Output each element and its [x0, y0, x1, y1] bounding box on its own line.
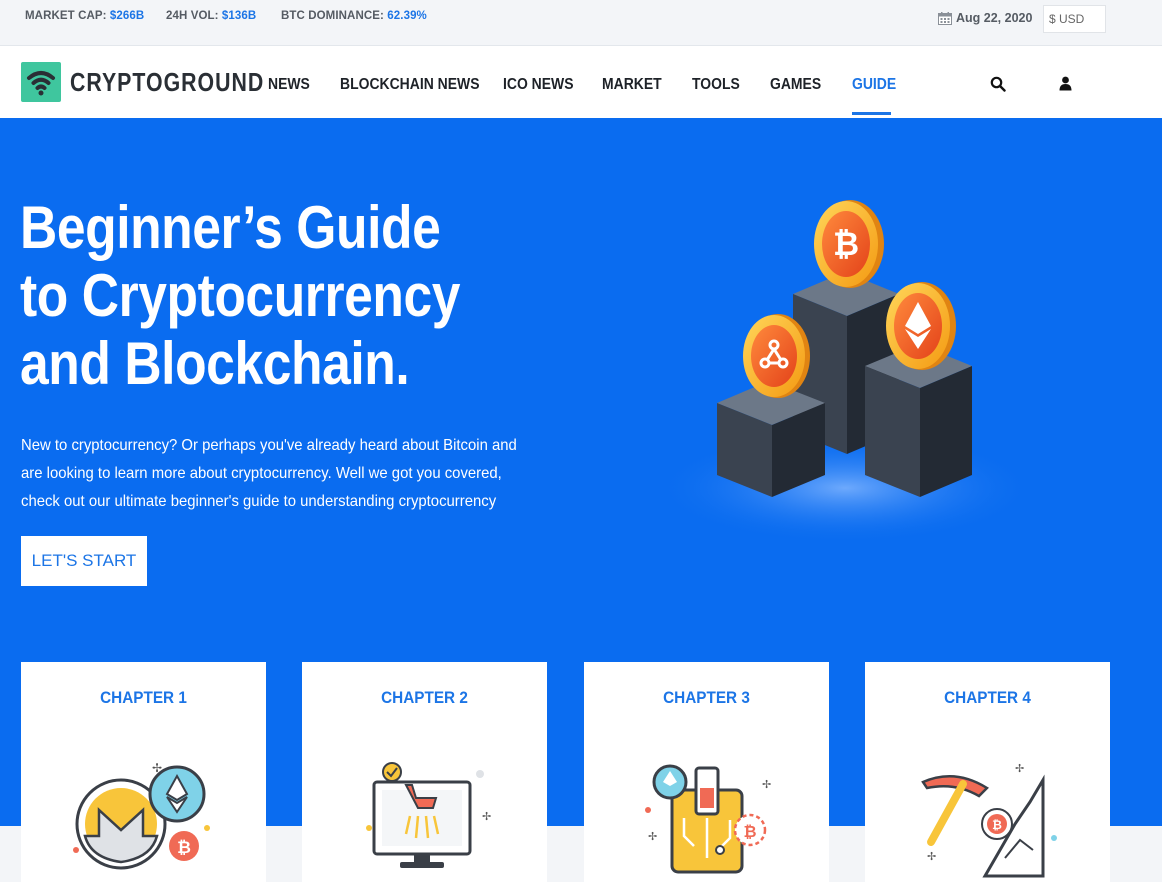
- nav-item-guide[interactable]: GUIDE: [852, 76, 896, 94]
- chapter-card-2[interactable]: CHAPTER 2 ✢: [302, 662, 547, 882]
- market-cap-label: MARKET CAP:: [25, 10, 107, 22]
- nav-item-news[interactable]: NEWS: [268, 76, 310, 94]
- lets-start-button[interactable]: LET'S START: [21, 536, 147, 586]
- volume-label: 24H VOL:: [166, 10, 219, 22]
- market-ticker-bar: MARKET CAP: $266B 24H VOL: $136B BTC DOM…: [0, 0, 1162, 46]
- chapter-title: CHAPTER 4: [944, 688, 1031, 707]
- svg-text:₿: ₿: [743, 822, 756, 841]
- hero-title: Beginner’s Guide to Cryptocurrency and B…: [20, 194, 460, 397]
- hero-description: New to cryptocurrency? Or perhaps you've…: [21, 437, 517, 510]
- active-nav-indicator: [852, 112, 891, 115]
- nav-item-tools[interactable]: TOOLS: [692, 76, 740, 94]
- calendar-icon: [938, 11, 952, 25]
- chapter-title: CHAPTER 1: [100, 688, 187, 707]
- computer-cart-icon: ✢: [366, 762, 491, 868]
- btc-dominance-label: BTC DOMINANCE:: [281, 10, 384, 22]
- volume-value: $136B: [221, 10, 257, 22]
- svg-text:✢: ✢: [648, 830, 657, 843]
- svg-text:₿: ₿: [177, 838, 191, 858]
- nav-item-market[interactable]: MARKET: [602, 76, 662, 94]
- market-cap-stat: MARKET CAP: $266B: [25, 10, 144, 22]
- btc-dominance-stat: BTC DOMINANCE: 62.39%: [281, 10, 427, 22]
- nav-item-ico-news[interactable]: ICO NEWS: [503, 76, 574, 94]
- market-cap-value: $266B: [109, 10, 145, 22]
- date-display: Aug 22, 2020: [938, 11, 1032, 25]
- chapter-card-3[interactable]: CHAPTER 3 ₿ ✢ ✢: [584, 662, 829, 882]
- svg-text:✢: ✢: [1015, 762, 1024, 775]
- date-text: Aug 22, 2020: [956, 11, 1033, 25]
- volume-stat: 24H VOL: $136B: [166, 10, 256, 22]
- chapter-title: CHAPTER 2: [381, 688, 468, 707]
- svg-text:₿: ₿: [992, 818, 1002, 832]
- mining-pickaxe-icon: ₿ ✢ ✢: [921, 762, 1057, 878]
- logo-icon[interactable]: [21, 62, 61, 102]
- svg-text:✢: ✢: [152, 761, 162, 775]
- svg-text:✢: ✢: [762, 778, 771, 791]
- btc-dominance-value: 62.39%: [387, 10, 427, 22]
- crypto-podium-illustration: ₿: [655, 200, 1035, 544]
- nav-item-games[interactable]: GAMES: [770, 76, 821, 94]
- monero-coins-icon: ₿ ✢: [73, 761, 210, 870]
- svg-text:✢: ✢: [927, 850, 936, 863]
- svg-text:✢: ✢: [482, 810, 491, 823]
- chapter-title: CHAPTER 3: [663, 688, 750, 707]
- wallet-circuit-icon: ₿ ✢ ✢: [645, 764, 771, 874]
- currency-select[interactable]: $ USD: [1043, 5, 1106, 33]
- user-icon[interactable]: [1059, 76, 1072, 96]
- chapter-card-1[interactable]: CHAPTER 1 ₿ ✢: [21, 662, 266, 882]
- svg-text:₿: ₿: [833, 225, 859, 263]
- logo-text[interactable]: CRYPTOGROUND: [70, 67, 264, 98]
- chapter-card-4[interactable]: CHAPTER 4 ₿ ✢ ✢: [865, 662, 1110, 882]
- nav-item-blockchain-news[interactable]: BLOCKCHAIN NEWS: [340, 76, 480, 94]
- site-header: CRYPTOGROUND NEWS BLOCKCHAIN NEWS ICO NE…: [0, 46, 1162, 118]
- search-icon[interactable]: [990, 76, 1006, 97]
